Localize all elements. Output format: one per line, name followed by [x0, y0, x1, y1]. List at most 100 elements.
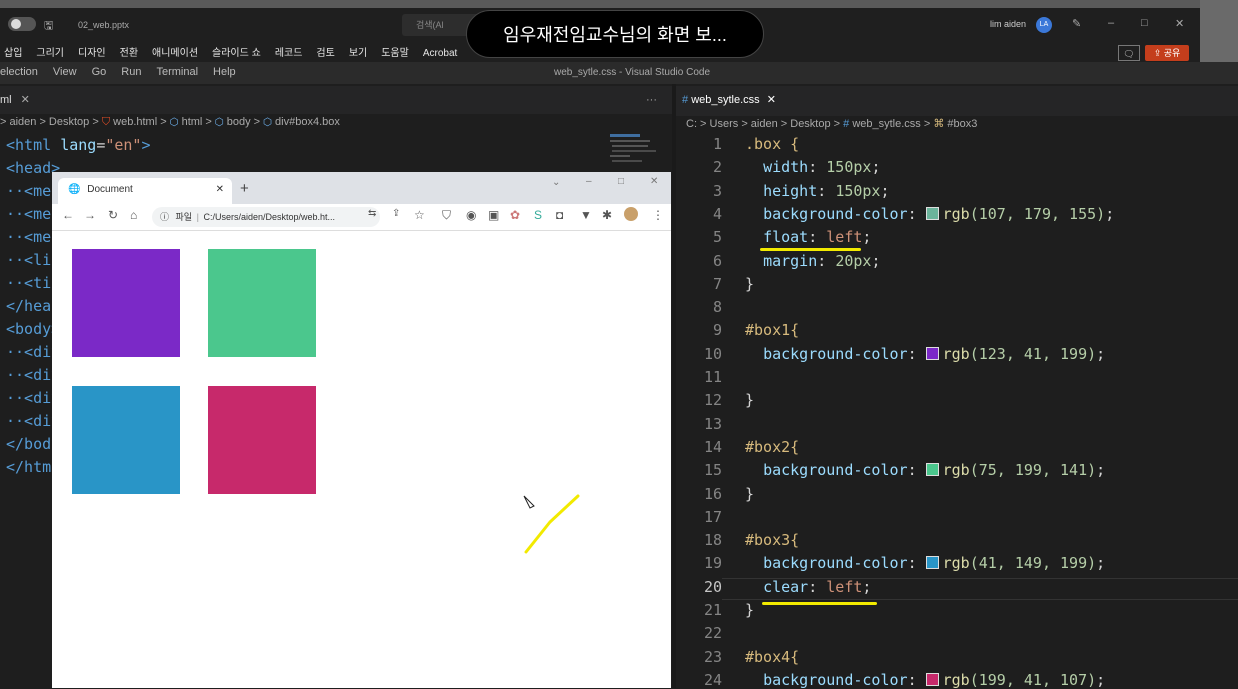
ribbon-tab-design[interactable]: 디자인	[78, 48, 106, 59]
line-number: 12	[703, 391, 722, 410]
close-icon[interactable]: ✕	[767, 94, 776, 106]
tab-title: Document	[87, 184, 133, 195]
line-number: 6	[712, 251, 722, 270]
extension-icon[interactable]: ✿	[510, 208, 520, 222]
close-button[interactable]: ✕	[650, 176, 658, 187]
save-icon[interactable]: 🖫	[44, 17, 53, 36]
line-number: 21	[703, 601, 722, 619]
color-swatch[interactable]	[925, 556, 939, 570]
ribbon-tab-slideshow[interactable]: 슬라이드 쇼	[212, 48, 261, 59]
ribbon-tab-review[interactable]: 검토	[316, 48, 334, 59]
breadcrumb-div[interactable]: div#box4.box	[275, 116, 340, 128]
info-icon: ⓘ	[160, 212, 170, 222]
new-tab-button[interactable]: +	[240, 180, 249, 197]
minimize-button[interactable]: –	[1108, 17, 1114, 29]
css-code-line: margin: 20px;	[763, 251, 881, 270]
close-button[interactable]: ✕	[1175, 17, 1184, 30]
home-icon[interactable]: ⌂	[130, 208, 137, 222]
globe-icon: 🌐	[68, 184, 81, 195]
share-icon[interactable]: ⇪	[392, 208, 400, 219]
css-code-line: #box4{	[745, 647, 800, 666]
address-bar[interactable]: ⓘ 파일 | C:/Users/aiden/Desktop/web.ht...	[152, 207, 380, 227]
browser-tab[interactable]: 🌐 Document ✕	[58, 178, 232, 204]
share-label: 공유	[1163, 48, 1181, 58]
back-icon[interactable]: ←	[62, 208, 74, 222]
html5-icon: ⛉	[101, 116, 111, 128]
menu-view[interactable]: View	[53, 66, 77, 78]
forward-icon[interactable]: →	[84, 208, 96, 222]
css-file-icon: #	[843, 118, 850, 130]
color-swatch[interactable]	[925, 206, 939, 220]
ribbon-tab-draw[interactable]: 그리기	[36, 48, 64, 59]
css-code-line: }	[745, 274, 755, 293]
close-icon[interactable]: ✕	[21, 94, 30, 106]
breadcrumb-selector[interactable]: #box3	[947, 118, 977, 130]
color-swatch[interactable]	[925, 672, 939, 686]
ribbon-tab-record[interactable]: 레코드	[275, 48, 303, 59]
breadcrumb-path[interactable]: > aiden > Desktop >	[0, 116, 102, 128]
menu-run[interactable]: Run	[121, 66, 141, 78]
breadcrumb-file[interactable]: web_sytle.css	[852, 118, 920, 130]
ribbon-tab-acrobat[interactable]: Acrobat	[423, 48, 457, 59]
window-frame-top	[0, 0, 1238, 8]
camera-icon[interactable]: ◘	[556, 208, 563, 222]
annotation-underline	[762, 602, 877, 605]
breadcrumb-path[interactable]: C: > Users > aiden > Desktop >	[686, 118, 843, 130]
ppt-search-text: 검색(Al	[416, 20, 444, 30]
breadcrumb-file[interactable]: web.html	[113, 116, 157, 128]
symbol-icon: ⬡	[169, 116, 179, 128]
css-code-line: height: 150px;	[763, 181, 890, 200]
tab-web-style-css[interactable]: # web_sytle.css ✕	[682, 86, 776, 114]
right-breadcrumb: C: > Users > aiden > Desktop > # web_syt…	[686, 118, 978, 130]
avatar[interactable]: LA	[1036, 17, 1052, 33]
extension-icon[interactable]: S	[534, 208, 542, 222]
more-actions-icon[interactable]: ···	[646, 86, 657, 114]
ribbon-tab-animations[interactable]: 애니메이션	[152, 48, 198, 59]
bookmark-star-icon[interactable]: ☆	[414, 208, 425, 222]
css-code-line: background-color: rgb(107, 179, 155);	[763, 204, 1115, 223]
ribbon-tab-help[interactable]: 도움말	[381, 48, 409, 59]
menu-dots-icon[interactable]: ⋮	[652, 208, 664, 222]
pen-icon[interactable]: ✎	[1072, 17, 1081, 30]
minimap[interactable]	[608, 132, 660, 170]
comment-button[interactable]: 🗨	[1118, 45, 1140, 61]
profile-avatar[interactable]	[624, 207, 638, 221]
extension-icon[interactable]: ▣	[488, 208, 499, 222]
menu-selection[interactable]: election	[0, 66, 38, 78]
screen-share-banner[interactable]: 임우재전임교수님의 화면 보...	[466, 10, 764, 58]
ribbon-tabs: 삽입 그리기 디자인 전환 애니메이션 슬라이드 쇼 레코드 검토 보기 도움말 Acrobat	[0, 44, 471, 62]
autosave-toggle[interactable]	[8, 17, 36, 31]
puzzle-icon[interactable]: ✱	[602, 208, 612, 222]
color-swatch[interactable]	[925, 463, 939, 477]
share-button[interactable]: ⇪ 공유	[1145, 45, 1189, 61]
breadcrumb-html[interactable]: html	[182, 116, 203, 128]
right-editor-tabs: # web_sytle.css ✕	[676, 86, 1238, 116]
extension-icon[interactable]: ▼	[580, 208, 592, 222]
ribbon-tab-transitions[interactable]: 전환	[120, 48, 138, 59]
maximize-button[interactable]: □	[1141, 17, 1148, 29]
tab-label: web_sytle.css	[691, 94, 760, 106]
pocket-icon[interactable]: ⛉	[442, 208, 451, 223]
css-file-icon: #	[682, 94, 689, 106]
url-scheme-label: 파일	[175, 212, 193, 222]
separator: |	[196, 212, 199, 222]
breadcrumb-body[interactable]: body	[227, 116, 251, 128]
tab-search-icon[interactable]: ⌄	[552, 177, 560, 188]
reload-icon[interactable]: ↻	[108, 208, 118, 222]
tab-web-html[interactable]: ml ✕	[0, 86, 40, 114]
translate-icon[interactable]: ⇆	[368, 208, 376, 219]
maximize-button[interactable]: □	[618, 176, 624, 187]
ribbon-tab-view[interactable]: 보기	[349, 48, 367, 59]
menu-terminal[interactable]: Terminal	[156, 66, 198, 78]
minimize-button[interactable]: –	[586, 176, 592, 187]
tab-label: ml	[0, 94, 12, 106]
line-number: 2	[712, 158, 722, 177]
menu-go[interactable]: Go	[92, 66, 107, 78]
extension-icon[interactable]: ◉	[466, 208, 476, 222]
css-code-line: background-color: rgb(75, 199, 141);	[763, 461, 1106, 480]
menu-help[interactable]: Help	[213, 66, 236, 78]
line-number: 15	[703, 461, 722, 480]
ribbon-tab-insert[interactable]: 삽입	[4, 48, 22, 59]
close-icon[interactable]: ✕	[216, 178, 224, 202]
color-swatch[interactable]	[925, 346, 939, 360]
